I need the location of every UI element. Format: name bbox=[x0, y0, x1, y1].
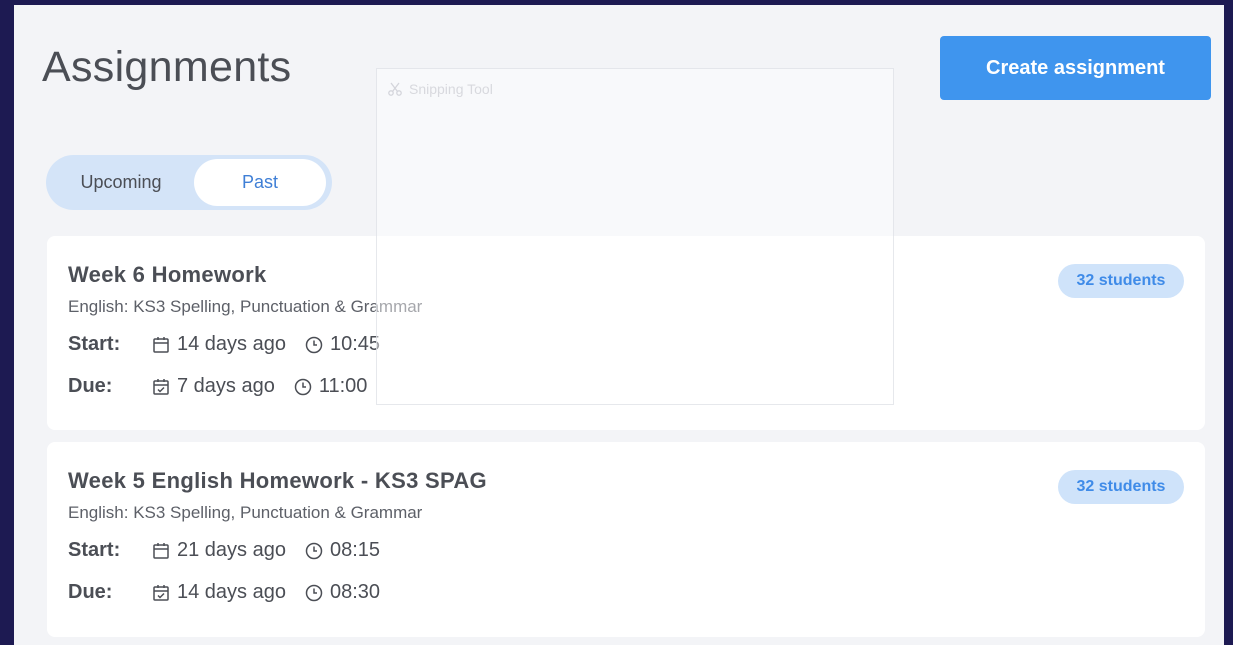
assignment-subject: English: KS3 Spelling, Punctuation & Gra… bbox=[68, 297, 423, 316]
start-time: 10:45 bbox=[329, 333, 381, 355]
tab-upcoming[interactable]: Upcoming bbox=[54, 159, 188, 206]
calendar-icon bbox=[151, 335, 171, 355]
clock-icon bbox=[304, 541, 324, 561]
clock-icon bbox=[304, 583, 324, 603]
assignment-filter-toggle: Upcoming Past bbox=[46, 155, 332, 210]
due-label: Due: bbox=[68, 375, 113, 397]
start-label: Start: bbox=[68, 333, 121, 355]
snipping-tool-label: Snipping Tool bbox=[409, 81, 493, 97]
clock-icon bbox=[304, 335, 324, 355]
assignment-title[interactable]: Week 6 Homework bbox=[68, 262, 267, 288]
calendar-check-icon bbox=[151, 377, 171, 397]
due-label: Due: bbox=[68, 581, 113, 603]
assignment-card[interactable]: Week 5 English Homework - KS3 SPAG Engli… bbox=[47, 442, 1205, 637]
snipping-tool-title: Snipping Tool bbox=[387, 81, 493, 97]
due-row: Due: 14 days ago 08:30 bbox=[68, 581, 380, 604]
due-date: 7 days ago bbox=[177, 375, 275, 397]
scissors-icon bbox=[387, 81, 403, 97]
calendar-check-icon bbox=[151, 583, 171, 603]
due-time: 11:00 bbox=[318, 375, 368, 397]
page-title: Assignments bbox=[42, 43, 292, 91]
due-date: 14 days ago bbox=[177, 581, 286, 603]
start-row: Start: 14 days ago 10:45 bbox=[68, 333, 380, 356]
start-time: 08:15 bbox=[329, 539, 381, 561]
snipping-tool-overlay: Snipping Tool bbox=[376, 68, 894, 405]
start-date: 21 days ago bbox=[177, 539, 286, 561]
students-badge[interactable]: 32 students bbox=[1058, 264, 1184, 298]
due-row: Due: 7 days ago 11:00 bbox=[68, 375, 367, 398]
assignment-title[interactable]: Week 5 English Homework - KS3 SPAG bbox=[68, 468, 487, 494]
students-badge[interactable]: 32 students bbox=[1058, 470, 1184, 504]
assignment-subject: English: KS3 Spelling, Punctuation & Gra… bbox=[68, 503, 423, 522]
start-date: 14 days ago bbox=[177, 333, 286, 355]
due-time: 08:30 bbox=[329, 581, 381, 603]
tab-past[interactable]: Past bbox=[194, 159, 326, 206]
start-label: Start: bbox=[68, 539, 121, 561]
start-row: Start: 21 days ago 08:15 bbox=[68, 539, 380, 562]
clock-icon bbox=[293, 377, 313, 397]
app-frame: Assignments Create assignment Upcoming P… bbox=[14, 5, 1224, 645]
create-assignment-button[interactable]: Create assignment bbox=[940, 36, 1211, 100]
calendar-icon bbox=[151, 541, 171, 561]
